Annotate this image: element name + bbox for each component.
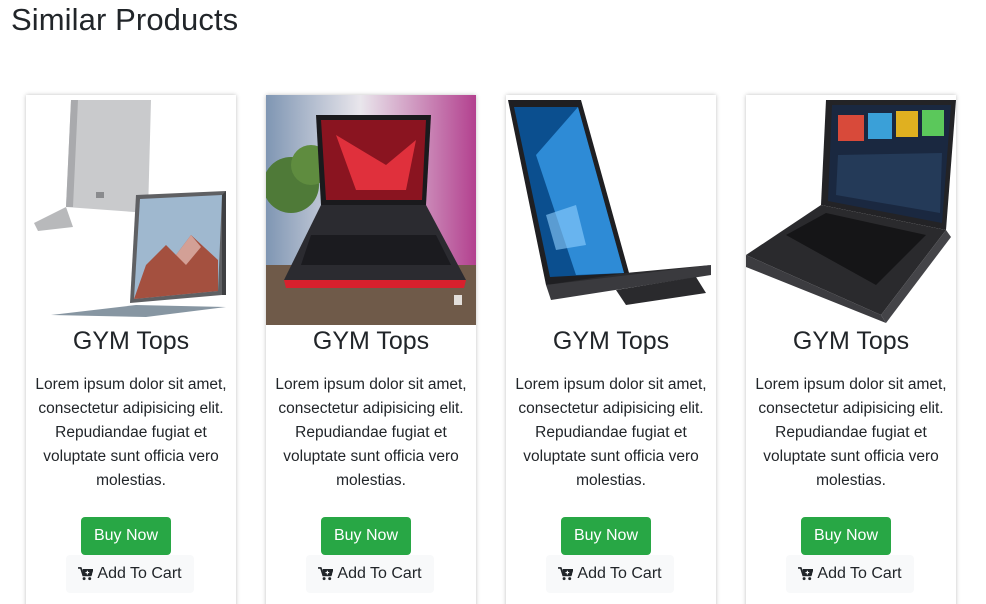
buy-now-button[interactable]: Buy Now — [321, 517, 411, 555]
product-description: Lorem ipsum dolor sit amet, consectetur … — [755, 376, 947, 489]
add-to-cart-label: Add To Cart — [97, 565, 182, 582]
product-card: GYM Tops Lorem ipsum dolor sit amet, con… — [506, 95, 716, 604]
product-description: Lorem ipsum dolor sit amet, consectetur … — [515, 376, 707, 489]
cart-plus-icon — [318, 567, 334, 581]
add-to-cart-label: Add To Cart — [817, 565, 902, 582]
add-to-cart-label: Add To Cart — [337, 565, 422, 582]
product-image — [506, 95, 716, 325]
product-image — [746, 95, 956, 325]
product-description: Lorem ipsum dolor sit amet, consectetur … — [275, 376, 467, 489]
product-title: GYM Tops — [312, 327, 430, 355]
add-to-cart-button[interactable]: Add To Cart — [546, 555, 674, 593]
cart-plus-icon — [798, 567, 814, 581]
buy-now-button[interactable]: Buy Now — [81, 517, 171, 555]
add-to-cart-button[interactable]: Add To Cart — [306, 555, 434, 593]
product-image — [26, 95, 236, 325]
product-cards: GYM Tops Lorem ipsum dolor sit amet, con… — [26, 95, 966, 604]
product-image — [266, 95, 476, 325]
product-title: GYM Tops — [552, 327, 670, 355]
product-card: GYM Tops Lorem ipsum dolor sit amet, con… — [26, 95, 236, 604]
add-to-cart-button[interactable]: Add To Cart — [66, 555, 194, 593]
cart-plus-icon — [78, 567, 94, 581]
buy-now-button[interactable]: Buy Now — [561, 517, 651, 555]
add-to-cart-label: Add To Cart — [577, 565, 662, 582]
cart-plus-icon — [558, 567, 574, 581]
product-title: GYM Tops — [792, 327, 910, 355]
product-description: Lorem ipsum dolor sit amet, consectetur … — [35, 376, 227, 489]
product-title: GYM Tops — [72, 327, 190, 355]
product-card: GYM Tops Lorem ipsum dolor sit amet, con… — [266, 95, 476, 604]
add-to-cart-button[interactable]: Add To Cart — [786, 555, 914, 593]
buy-now-button[interactable]: Buy Now — [801, 517, 891, 555]
section-title: Similar Products — [11, 2, 239, 37]
product-card: GYM Tops Lorem ipsum dolor sit amet, con… — [746, 95, 956, 604]
